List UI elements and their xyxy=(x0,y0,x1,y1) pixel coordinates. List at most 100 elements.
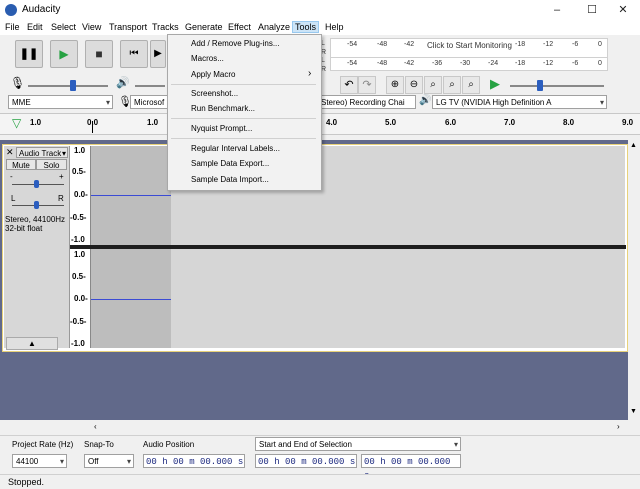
vertical-scrollbar[interactable]: ▲ ▼ xyxy=(628,140,640,420)
menu-tracks[interactable]: Tracks xyxy=(152,22,179,32)
menu-item-apply-macro[interactable]: Apply Macro xyxy=(191,70,235,79)
ruler-label: 8.0 xyxy=(563,118,575,127)
scroll-left-icon[interactable]: ‹ xyxy=(94,422,97,431)
window-title: Audacity xyxy=(22,4,61,15)
maximize-button[interactable]: ☐ xyxy=(575,0,609,20)
waveform-line-ch2 xyxy=(91,299,171,300)
minimize-button[interactable]: – xyxy=(540,0,574,20)
audio-host-select[interactable]: MME ▾ xyxy=(8,95,113,109)
track-bit-depth-info: 32-bit float xyxy=(5,224,43,233)
fit-selection-icon: ⌕ xyxy=(430,79,436,90)
snap-to-select[interactable]: Off ▾ xyxy=(84,454,134,468)
solo-button[interactable]: Solo xyxy=(36,159,67,170)
waveform-channel-2[interactable] xyxy=(91,249,625,348)
menu-tools[interactable]: Tools xyxy=(292,21,320,33)
ruler-label: 6.0 xyxy=(445,118,457,127)
pause-icon: ❚❚ xyxy=(19,48,39,60)
recording-channels-select[interactable]: Stereo) Recording Chai xyxy=(318,95,416,109)
menu-separator xyxy=(171,84,316,85)
click-to-start-monitoring[interactable]: Click to Start Monitoring xyxy=(427,41,512,50)
menu-item-sample-data-import[interactable]: Sample Data Import... xyxy=(191,175,269,184)
skip-to-start-button[interactable]: ⏮ xyxy=(120,40,148,68)
play-meter-tick: -48 xyxy=(377,60,388,67)
close-button[interactable]: ✕ xyxy=(606,0,640,20)
stop-icon: ■ xyxy=(95,47,103,61)
project-rate-value: 44100 xyxy=(16,457,39,466)
fit-selection-button[interactable]: ⌕ xyxy=(424,76,442,94)
close-track-icon[interactable]: ✕ xyxy=(6,147,14,158)
selection-mode-select[interactable]: Start and End of Selection ▾ xyxy=(255,437,461,451)
ruler-label: 9.0 xyxy=(622,118,634,127)
chevron-down-icon: ▾ xyxy=(453,440,458,449)
horizontal-scrollbar[interactable]: ‹ › xyxy=(90,421,628,433)
audacity-logo-icon xyxy=(5,4,17,16)
scale-label: 0.0- xyxy=(74,190,88,199)
menu-help[interactable]: Help xyxy=(325,22,344,32)
project-rate-select[interactable]: 44100 ▾ xyxy=(12,454,67,468)
stop-button[interactable]: ■ xyxy=(85,40,113,68)
scroll-up-icon[interactable]: ▲ xyxy=(630,142,637,149)
scale-label: -0.5- xyxy=(70,317,87,326)
play-button[interactable]: ▶ xyxy=(50,40,78,68)
menu-generate[interactable]: Generate xyxy=(185,22,223,32)
recording-volume-thumb[interactable] xyxy=(70,80,76,91)
menu-separator xyxy=(171,118,316,119)
scroll-down-icon[interactable]: ▼ xyxy=(630,408,637,415)
selection-end-field[interactable]: 00 h 00 m 00.000 s xyxy=(361,454,461,481)
skip-end-icon: ▶ xyxy=(154,48,162,59)
status-bar: Stopped. xyxy=(0,474,640,489)
play-icon: ▶ xyxy=(59,47,69,61)
undo-button[interactable]: ↶ xyxy=(340,76,358,94)
play-speed-thumb[interactable] xyxy=(537,80,543,91)
zoom-in-button[interactable]: ⊕ xyxy=(386,76,404,94)
gain-slider-thumb[interactable] xyxy=(34,180,39,188)
zoom-in-icon: ⊕ xyxy=(390,79,400,90)
selection-start-value: 00 h 00 m 00.000 s xyxy=(258,457,356,467)
play-meter-tick: -54 xyxy=(347,60,358,67)
menu-item-regular-interval-labels[interactable]: Regular Interval Labels... xyxy=(191,144,280,153)
play-speed-slider[interactable] xyxy=(510,85,604,87)
playback-device-icon: 🔊 xyxy=(419,95,432,106)
redo-button[interactable]: ↷ xyxy=(358,76,376,94)
playback-device-select[interactable]: LG TV (NVIDIA High Definition A ▾ xyxy=(432,95,607,109)
menu-item-nyquist-prompt[interactable]: Nyquist Prompt... xyxy=(191,124,252,133)
menu-item-macros[interactable]: Macros... xyxy=(191,54,224,63)
menu-edit[interactable]: Edit xyxy=(27,22,43,32)
skip-to-end-button[interactable]: ▶ xyxy=(150,40,166,68)
track-name: Audio Track xyxy=(19,149,62,158)
timeline-play-head-icon[interactable]: ▽ xyxy=(12,116,21,130)
zoom-out-button[interactable]: ⊖ xyxy=(405,76,423,94)
menu-item-screenshot[interactable]: Screenshot... xyxy=(191,89,238,98)
menu-item-run-benchmark[interactable]: Run Benchmark... xyxy=(191,104,255,113)
collapse-track-button[interactable]: ▲ xyxy=(6,337,58,350)
recording-volume-slider[interactable] xyxy=(28,85,108,87)
play-at-speed-icon[interactable]: ▶ xyxy=(490,76,500,92)
zoom-toggle-button[interactable]: ⌕ xyxy=(462,76,480,94)
fit-project-button[interactable]: ⌕ xyxy=(443,76,461,94)
menu-item-sample-data-export[interactable]: Sample Data Export... xyxy=(191,159,269,168)
pause-button[interactable]: ❚❚ xyxy=(15,40,43,68)
play-meter-tick: -42 xyxy=(404,60,415,67)
ruler-label: 4.0 xyxy=(326,118,338,127)
scale-label: -1.0 xyxy=(71,339,85,348)
selection-start-field[interactable]: 00 h 00 m 00.000 s xyxy=(255,454,357,468)
audio-position-field[interactable]: 00 h 00 m 00.000 s xyxy=(143,454,245,468)
scale-label: 1.0 xyxy=(74,146,86,155)
pan-slider-thumb[interactable] xyxy=(34,201,39,209)
track-name-menu[interactable]: Audio Track ▾ xyxy=(16,147,68,158)
menu-file[interactable]: File xyxy=(5,22,20,32)
recording-device-select[interactable]: Microsof xyxy=(130,95,167,109)
project-rate-label: Project Rate (Hz) xyxy=(12,440,74,449)
menu-view[interactable]: View xyxy=(82,22,101,32)
menu-transport[interactable]: Transport xyxy=(109,22,147,32)
play-meter-tick: -12 xyxy=(543,60,554,67)
menu-analyze[interactable]: Analyze xyxy=(258,22,290,32)
play-meter-tick: -30 xyxy=(460,60,471,67)
microphone-icon: 🎙 xyxy=(10,76,26,90)
menu-effect[interactable]: Effect xyxy=(228,22,251,32)
menu-select[interactable]: Select xyxy=(51,22,76,32)
mute-button[interactable]: Mute xyxy=(6,159,36,170)
scroll-right-icon[interactable]: › xyxy=(617,422,620,431)
playback-volume-slider[interactable] xyxy=(135,85,165,87)
menu-item-add-remove-plugins[interactable]: Add / Remove Plug-ins... xyxy=(191,39,279,48)
